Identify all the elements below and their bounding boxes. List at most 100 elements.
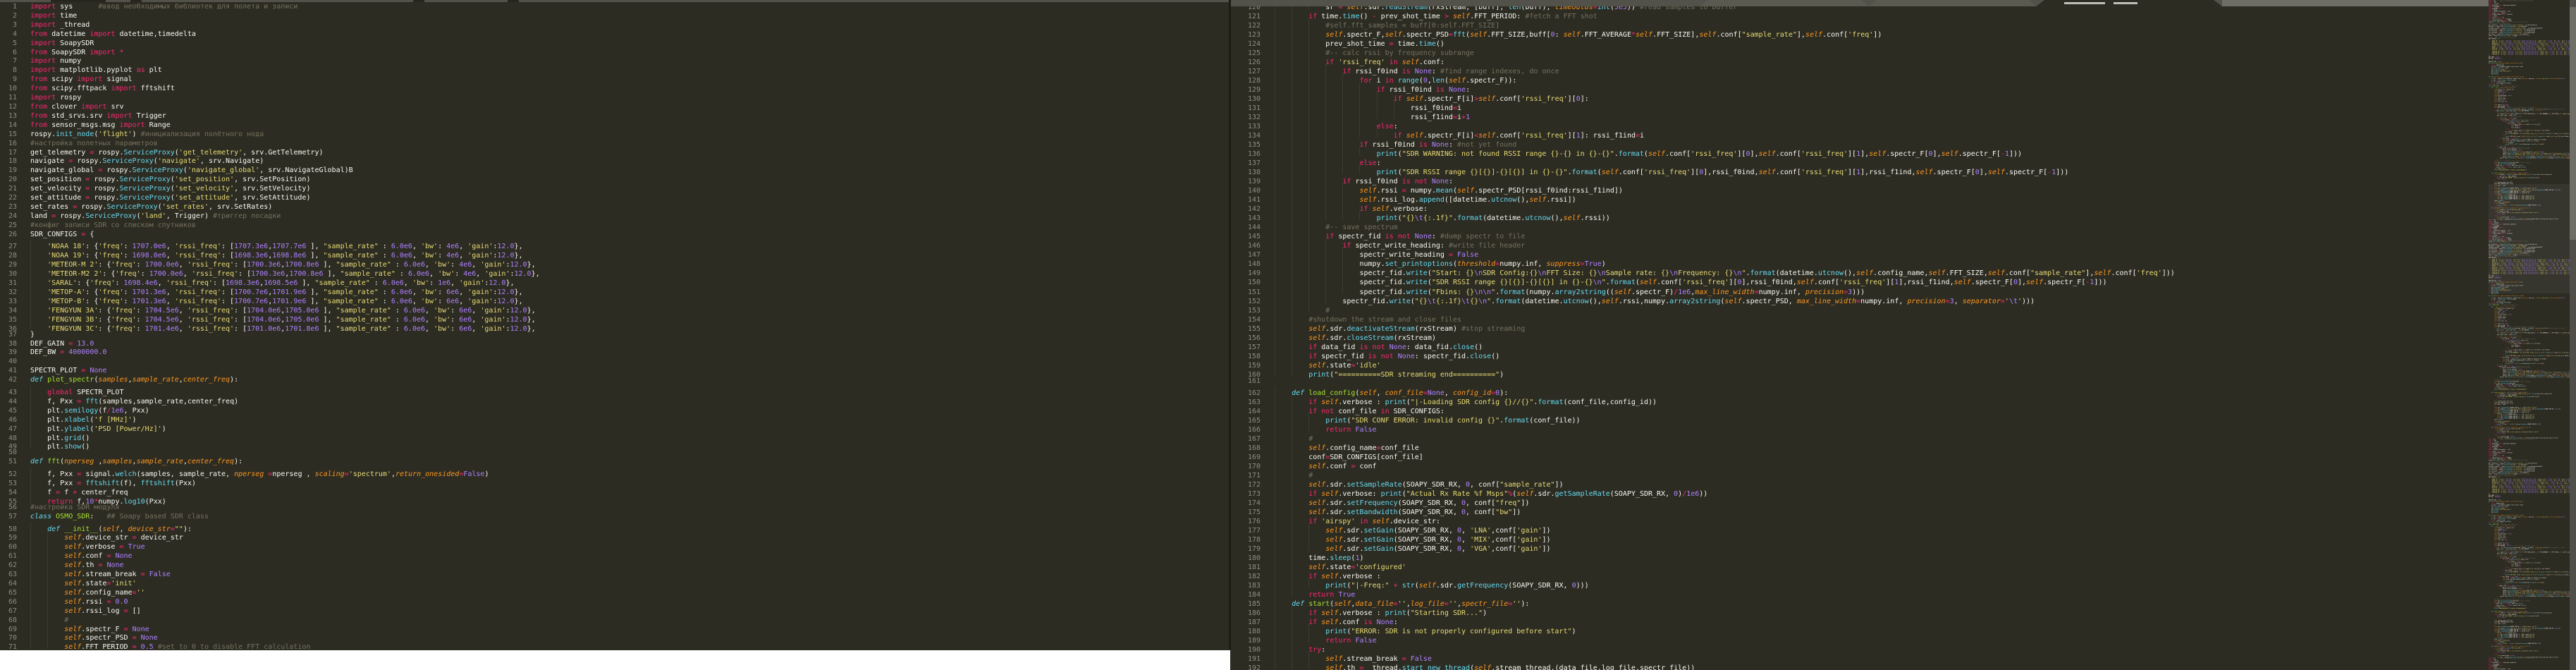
code-line[interactable]: 38DEF_GAIN = 13.0 bbox=[0, 340, 1230, 349]
code-line[interactable]: 57class OSMO_SDR: ## Soapy based SDR cla… bbox=[0, 513, 1230, 522]
code-line[interactable]: 7import numpy bbox=[0, 57, 1230, 66]
line-number[interactable]: 14 bbox=[0, 121, 17, 130]
line-number[interactable]: 2 bbox=[0, 12, 17, 21]
code-line[interactable]: 122#self.fft_samples = buff[0:self.FFT_S… bbox=[1230, 18, 2576, 28]
code-line[interactable]: 132rssi_f1ind=i+1 bbox=[1230, 110, 2576, 119]
code-line[interactable]: 123self.spectr_F,self.spectr_PSD=fft(sel… bbox=[1230, 28, 2576, 37]
code-line[interactable]: 181self.state='configured' bbox=[1230, 560, 2576, 569]
code-line[interactable]: 14from sensor_msgs.msg import Range bbox=[0, 121, 1230, 130]
code-line[interactable]: 13from std_srvs.srv import Trigger bbox=[0, 112, 1230, 121]
code-line[interactable]: 49plt.show() bbox=[0, 440, 1230, 449]
code-line[interactable]: 171# bbox=[1230, 468, 2576, 477]
code-line[interactable]: 21set_velocity = rospy.ServiceProxy('set… bbox=[0, 185, 1230, 194]
code-line[interactable]: 177self.sdr.setGain(SOAPY_SDR_RX, 0, 'LN… bbox=[1230, 523, 2576, 532]
line-number[interactable]: 3 bbox=[0, 21, 17, 30]
line-number[interactable]: 15 bbox=[0, 130, 17, 140]
code-line[interactable]: 146if spectr_write_heading: #write file … bbox=[1230, 238, 2576, 248]
line-number[interactable]: 26 bbox=[0, 231, 17, 240]
code-line[interactable]: 10from scipy.fftpack import fftshift bbox=[0, 85, 1230, 94]
code-line[interactable]: 155self.sdr.deactivateStream(rxStream) #… bbox=[1230, 322, 2576, 331]
line-number[interactable]: 41 bbox=[0, 367, 17, 376]
code-line[interactable]: 43global SPECTR_PLOT bbox=[0, 385, 1230, 394]
code-line[interactable]: 169conf=SDR_CONFIGS[conf_file] bbox=[1230, 450, 2576, 459]
code-line[interactable]: 162def load_config(self, conf_file=None,… bbox=[1230, 386, 2576, 395]
code-line[interactable]: 25#конфиг записи SDR со списком спутнико… bbox=[0, 221, 1230, 231]
code-line[interactable]: 50 bbox=[0, 449, 1230, 458]
line-number[interactable]: 50 bbox=[0, 449, 17, 458]
line-number[interactable]: 192 bbox=[1230, 664, 1261, 670]
code-line[interactable]: 167# bbox=[1230, 432, 2576, 441]
line-number[interactable]: 37 bbox=[0, 331, 17, 340]
code-line[interactable]: 22set_attitude = rospy.ServiceProxy('set… bbox=[0, 194, 1230, 203]
line-number[interactable]: 19 bbox=[0, 166, 17, 176]
vertical-scrollbar[interactable] bbox=[2570, 0, 2576, 670]
code-line[interactable]: 64self.state='init' bbox=[0, 576, 1230, 585]
code-line[interactable]: 158if spectr_fid is not None: spectr_fid… bbox=[1230, 349, 2576, 358]
line-number[interactable]: 18 bbox=[0, 157, 17, 166]
code-line[interactable]: 52f, Pxx = signal.welch(samples, sample_… bbox=[0, 467, 1230, 476]
code-line[interactable]: 63self.stream_break = False bbox=[0, 567, 1230, 576]
code-line[interactable]: 130if self.spectr_F[i]>self.conf['rssi_f… bbox=[1230, 92, 2576, 101]
line-number[interactable]: 17 bbox=[0, 149, 17, 158]
code-line[interactable]: 172self.sdr.setSampleRate(SOAPY_SDR_RX, … bbox=[1230, 477, 2576, 487]
code-line[interactable]: 27'NOAA 18': {'freq': 1707.0e6, 'rssi_fr… bbox=[0, 240, 1230, 249]
code-line[interactable]: 16#настройка полетных параметров bbox=[0, 140, 1230, 149]
code-line[interactable]: 2import time bbox=[0, 12, 1230, 21]
code-line[interactable]: 53f, Pxx = fftshift(f), fftshift(Pxx) bbox=[0, 476, 1230, 485]
code-line[interactable]: 138print("SDR RSSI range {}[{}]-{}[{}] i… bbox=[1230, 165, 2576, 174]
code-line[interactable]: 61self.conf = None bbox=[0, 549, 1230, 558]
code-line[interactable]: 11import rospy bbox=[0, 94, 1230, 103]
code-line[interactable]: 152spectr_fid.write("{}\t{:.1f}\t{}\n".f… bbox=[1230, 294, 2576, 303]
line-number[interactable]: 22 bbox=[0, 194, 17, 203]
inactive-tab[interactable] bbox=[1870, 0, 2036, 6]
code-line[interactable]: 150spectr_fid.write("SDR RSSI range {}[{… bbox=[1230, 275, 2576, 284]
line-number[interactable]: 38 bbox=[0, 340, 17, 349]
line-number[interactable]: 8 bbox=[0, 66, 17, 75]
code-line[interactable]: 188print("ERROR: SDR is not properly con… bbox=[1230, 624, 2576, 633]
line-number[interactable]: 10 bbox=[0, 85, 17, 94]
code-editor-right[interactable]: 120sr = self.sdr.readStream(rxStream, [b… bbox=[1230, 0, 2576, 670]
line-number[interactable]: 57 bbox=[0, 513, 17, 522]
code-line[interactable]: 176if 'airspy' in self.device_str: bbox=[1230, 514, 2576, 523]
line-number[interactable]: 161 bbox=[1230, 377, 1261, 386]
code-line[interactable]: 28'NOAA 19': {'freq': 1698.0e6, 'rssi_fr… bbox=[0, 248, 1230, 257]
code-line[interactable]: 160print("==========SDR streaming end===… bbox=[1230, 367, 2576, 377]
scrollbar-thumb[interactable] bbox=[2570, 7, 2576, 240]
line-number[interactable]: 1 bbox=[0, 3, 17, 12]
line-number[interactable]: 24 bbox=[0, 212, 17, 221]
code-line[interactable]: 147spectr_write_heading = False bbox=[1230, 248, 2576, 257]
code-line[interactable]: 6from SoapySDR import * bbox=[0, 49, 1230, 58]
code-line[interactable]: 154#shutdown the stream and close files bbox=[1230, 312, 2576, 322]
line-number[interactable]: 23 bbox=[0, 203, 17, 212]
code-line[interactable]: 30'METEOR-M2 2': {'freq': 1700.0e6, 'rss… bbox=[0, 267, 1230, 276]
code-line[interactable]: 18navigate = rospy.ServiceProxy('navigat… bbox=[0, 157, 1230, 166]
code-line[interactable]: 140self.rssi = numpy.mean(self.spectr_PS… bbox=[1230, 183, 2576, 193]
line-number[interactable]: 51 bbox=[0, 458, 17, 467]
code-line[interactable]: 136print("SDR WARNING: not found RSSI ra… bbox=[1230, 147, 2576, 156]
code-line[interactable]: 24land = rospy.ServiceProxy('land', Trig… bbox=[0, 212, 1230, 221]
code-line[interactable]: 12from clover import srv bbox=[0, 103, 1230, 112]
code-line[interactable]: 'FENGYUN 3C': {'freq': 1701.4e6, 'rssi_f… bbox=[2489, 492, 2570, 493]
active-tab[interactable] bbox=[2036, 0, 2222, 6]
code-line[interactable]: 164if not conf_file in SDR_CONFIGS: bbox=[1230, 404, 2576, 413]
code-line[interactable]: 39DEF_BW = 4000000.0 bbox=[0, 348, 1230, 358]
code-line[interactable]: 55return f,10*numpy.log10(Pxx) bbox=[0, 494, 1230, 504]
line-number[interactable]: 39 bbox=[0, 348, 17, 358]
minimap-viewport[interactable] bbox=[2489, 184, 2570, 293]
code-line[interactable]: 175self.sdr.setBandwidth(SOAPY_SDR_RX, 0… bbox=[1230, 505, 2576, 514]
code-line[interactable]: 186if self.verbose : print("Starting SDR… bbox=[1230, 606, 2576, 615]
code-line[interactable]: 121if time.time() - prev_shot_time > sel… bbox=[1230, 9, 2576, 18]
code-line[interactable]: 44f, Pxx = fft(samples,sample_rate,cente… bbox=[0, 394, 1230, 403]
code-line[interactable]: 125#-- calc rssi by frequency subrange bbox=[1230, 46, 2576, 55]
code-line[interactable]: 190try: bbox=[1230, 642, 2576, 652]
code-line[interactable]: 149spectr_fid.write("Start: {}\nSDR Conf… bbox=[1230, 266, 2576, 275]
line-number[interactable]: 21 bbox=[0, 185, 17, 194]
code-line[interactable]: spectr_fid.write("{}\t{:.1f}\t{}\n".form… bbox=[2489, 595, 2570, 597]
code-line[interactable]: 42def plot_spectr(samples,sample_rate,ce… bbox=[0, 376, 1230, 385]
code-line[interactable]: 47plt.ylabel('PSD [Power/Hz]') bbox=[0, 422, 1230, 431]
line-number[interactable]: 40 bbox=[0, 358, 17, 367]
line-number[interactable]: 16 bbox=[0, 140, 17, 149]
code-line[interactable]: 134if self.spectr_F[i]<self.conf['rssi_f… bbox=[1230, 128, 2576, 138]
code-line[interactable]: 131rssi_f0ind=i bbox=[1230, 101, 2576, 110]
code-line[interactable]: 183print("|-Freq:" + str(self.sdr.getFre… bbox=[1230, 578, 2576, 587]
